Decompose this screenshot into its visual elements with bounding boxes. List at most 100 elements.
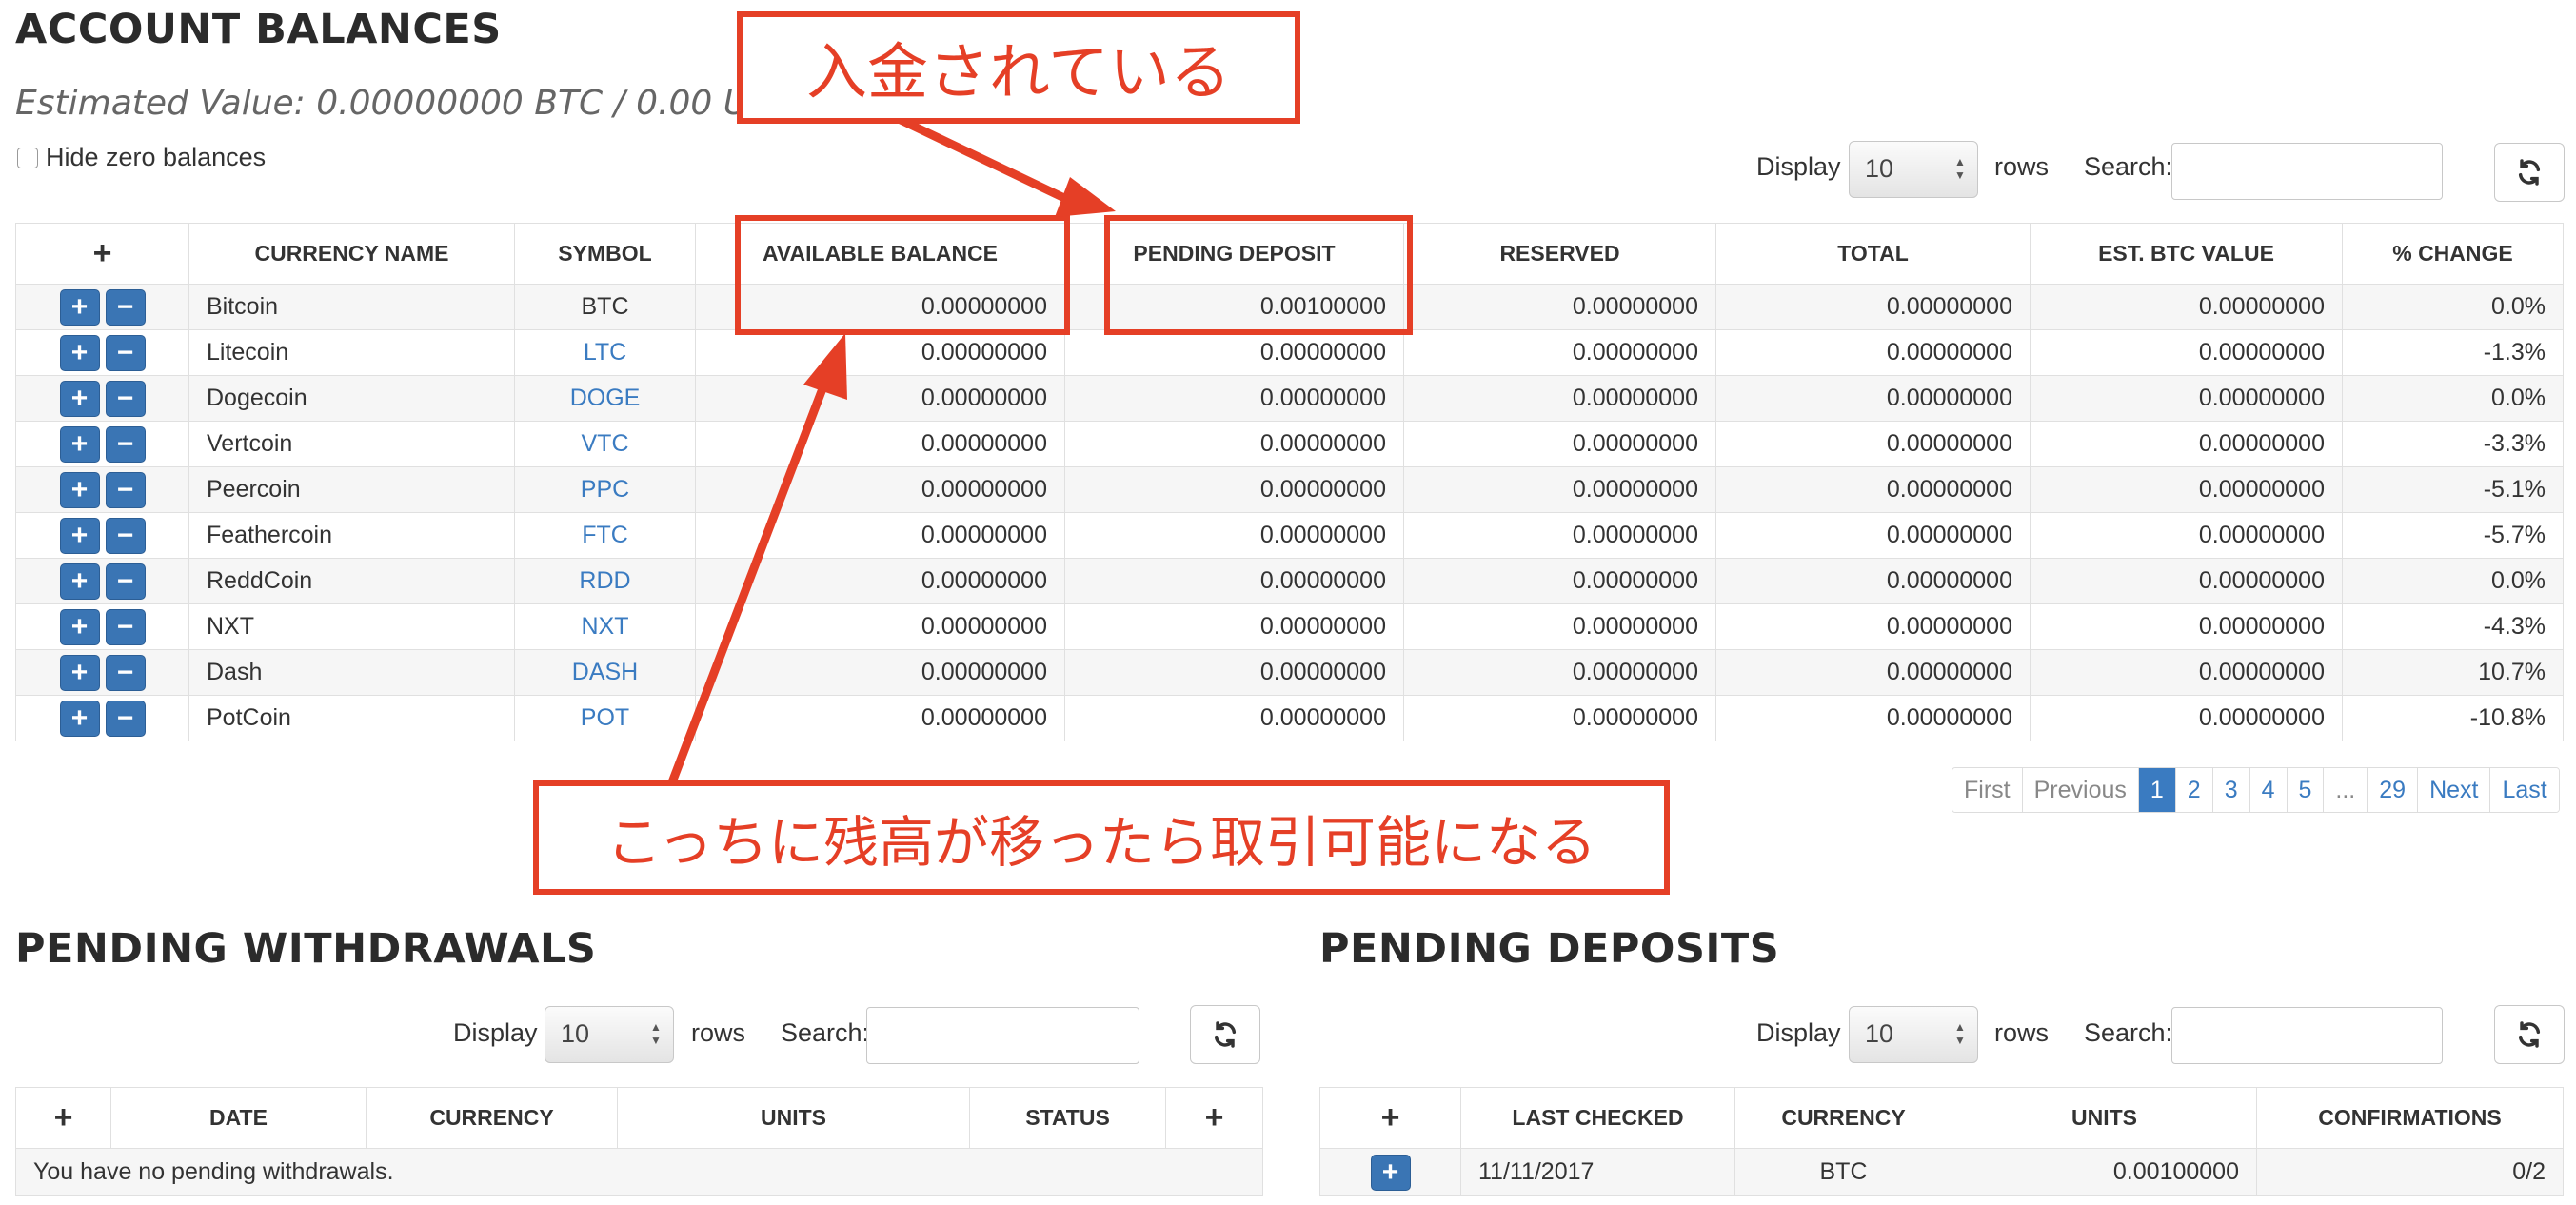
withdraw-button[interactable]: − <box>105 700 146 737</box>
symbol-link[interactable]: DOGE <box>514 375 696 422</box>
refresh-icon <box>2518 159 2541 186</box>
hide-zero-checkbox[interactable] <box>17 147 38 168</box>
deposit-confirmations-cell: 0/2 <box>2256 1148 2564 1196</box>
symbol-link[interactable]: POT <box>514 695 696 741</box>
dp-col-confirmations[interactable]: CONFIRMATIONS <box>2256 1087 2564 1149</box>
col-total[interactable]: TOTAL <box>1715 223 2031 285</box>
rows-select[interactable]: 10 ▲ ▼ <box>1849 141 1978 198</box>
symbol-link[interactable]: PPC <box>514 466 696 513</box>
deposit-button[interactable]: + <box>59 425 100 463</box>
page-link-2[interactable]: 2 <box>2175 768 2213 812</box>
deposit-button[interactable]: + <box>59 334 100 371</box>
search-input[interactable] <box>2171 143 2443 200</box>
row-actions-cell: + − <box>15 466 189 513</box>
btc-value-cell: 0.00000000 <box>2030 284 2343 330</box>
symbol-link[interactable]: VTC <box>514 421 696 467</box>
deposits-rows-select[interactable]: 10 ▲ ▼ <box>1849 1006 1978 1063</box>
change-cell: -10.8% <box>2342 695 2564 741</box>
symbol-link[interactable]: DASH <box>514 649 696 696</box>
deposit-units-cell: 0.00100000 <box>1952 1148 2257 1196</box>
expand-button[interactable]: + <box>1370 1154 1411 1191</box>
total-cell: 0.00000000 <box>1715 649 2031 696</box>
col-currency-name[interactable]: CURRENCY NAME <box>188 223 515 285</box>
wd-col-currency[interactable]: CURRENCY <box>366 1087 618 1149</box>
col-change[interactable]: % CHANGE <box>2342 223 2564 285</box>
pending-deposit-cell: 0.00000000 <box>1064 421 1404 467</box>
arrow-head-pending <box>1055 177 1116 217</box>
estimated-value: Estimated Value: 0.00000000 BTC / 0.00 U… <box>15 84 797 123</box>
dp-col-last-checked[interactable]: LAST CHECKED <box>1460 1087 1735 1149</box>
wd-col-units[interactable]: UNITS <box>617 1087 970 1149</box>
row-actions-cell: + − <box>15 695 189 741</box>
withdraw-button[interactable]: − <box>105 471 146 508</box>
refresh-button[interactable] <box>2494 143 2565 202</box>
table-row: + − Dogecoin DOGE 0.00000000 0.00000000 0.0000… <box>15 375 2564 422</box>
symbol-link[interactable]: NXT <box>514 603 696 650</box>
table-row: + − Feathercoin FTC 0.00000000 0.00000000 0.00… <box>15 512 2564 559</box>
col-expand[interactable]: + <box>15 223 189 285</box>
deposit-button[interactable]: + <box>59 608 100 645</box>
deposit-button[interactable]: + <box>59 380 100 417</box>
withdraw-button[interactable]: − <box>105 608 146 645</box>
deposit-button[interactable]: + <box>59 471 100 508</box>
table-row: + − Peercoin PPC 0.00000000 0.00000000 0.00000… <box>15 466 2564 513</box>
withdraw-button[interactable]: − <box>105 563 146 600</box>
withdrawals-refresh-button[interactable] <box>1190 1005 1260 1064</box>
deposits-refresh-button[interactable] <box>2494 1005 2565 1064</box>
withdraw-button[interactable]: − <box>105 654 146 691</box>
col-symbol[interactable]: SYMBOL <box>514 223 696 285</box>
total-cell: 0.00000000 <box>1715 375 2031 422</box>
deposit-button[interactable]: + <box>59 700 100 737</box>
pending-deposit-cell: 0.00000000 <box>1064 558 1404 604</box>
symbol-link[interactable]: LTC <box>514 329 696 376</box>
select-arrows-icon: ▲ ▼ <box>1954 155 1966 182</box>
withdrawals-search-input[interactable] <box>866 1007 1139 1064</box>
withdraw-button[interactable]: − <box>105 334 146 371</box>
change-cell: 10.7% <box>2342 649 2564 696</box>
wd-col-status[interactable]: STATUS <box>969 1087 1166 1149</box>
available-balance-cell: 0.00000000 <box>695 558 1065 604</box>
page-link-29[interactable]: 29 <box>2368 768 2419 812</box>
symbol-link[interactable]: RDD <box>514 558 696 604</box>
arrow-to-pending <box>899 115 1066 203</box>
withdraw-button[interactable]: − <box>105 380 146 417</box>
currency-name-cell: ReddCoin <box>188 558 515 604</box>
dp-col-expand[interactable]: + <box>1319 1087 1461 1149</box>
deposits-search-input[interactable] <box>2171 1007 2443 1064</box>
page-link-last[interactable]: Last <box>2490 768 2559 812</box>
change-cell: 0.0% <box>2342 375 2564 422</box>
withdraw-button[interactable]: − <box>105 425 146 463</box>
col-est-btc-value[interactable]: EST. BTC VALUE <box>2030 223 2343 285</box>
deposit-button[interactable]: + <box>59 654 100 691</box>
withdrawals-rows-select[interactable]: 10 ▲ ▼ <box>545 1006 674 1063</box>
page-link-5[interactable]: 5 <box>2287 768 2325 812</box>
currency-name-cell: NXT <box>188 603 515 650</box>
reserved-cell: 0.00000000 <box>1403 558 1716 604</box>
currency-name-cell: Dogecoin <box>188 375 515 422</box>
total-cell: 0.00000000 <box>1715 421 2031 467</box>
change-cell: -5.7% <box>2342 512 2564 559</box>
wd-col-add[interactable]: + <box>1165 1087 1263 1149</box>
withdraw-button[interactable]: − <box>105 288 146 326</box>
dp-col-currency[interactable]: CURRENCY <box>1734 1087 1952 1149</box>
col-reserved[interactable]: RESERVED <box>1403 223 1716 285</box>
hide-zero-toggle[interactable]: Hide zero balances <box>17 143 266 172</box>
row-actions-cell: + − <box>15 421 189 467</box>
wd-col-date[interactable]: DATE <box>110 1087 367 1149</box>
withdraw-button[interactable]: − <box>105 517 146 554</box>
display-label: Display <box>1756 152 1841 181</box>
dp-col-units[interactable]: UNITS <box>1952 1087 2257 1149</box>
btc-value-cell: 0.00000000 <box>2030 695 2343 741</box>
total-cell: 0.00000000 <box>1715 603 2031 650</box>
deposits-title: PENDING DEPOSITS <box>1319 925 1780 973</box>
deposit-button[interactable]: + <box>59 288 100 326</box>
wd-col-expand[interactable]: + <box>15 1087 111 1149</box>
symbol-link[interactable]: FTC <box>514 512 696 559</box>
deposit-button[interactable]: + <box>59 517 100 554</box>
page-link-next[interactable]: Next <box>2418 768 2491 812</box>
table-row: + 11/11/2017 BTC 0.00100000 0/2 <box>1319 1148 2564 1196</box>
page-link-3[interactable]: 3 <box>2212 768 2250 812</box>
page-link-4[interactable]: 4 <box>2249 768 2288 812</box>
reserved-cell: 0.00000000 <box>1403 329 1716 376</box>
deposit-button[interactable]: + <box>59 563 100 600</box>
